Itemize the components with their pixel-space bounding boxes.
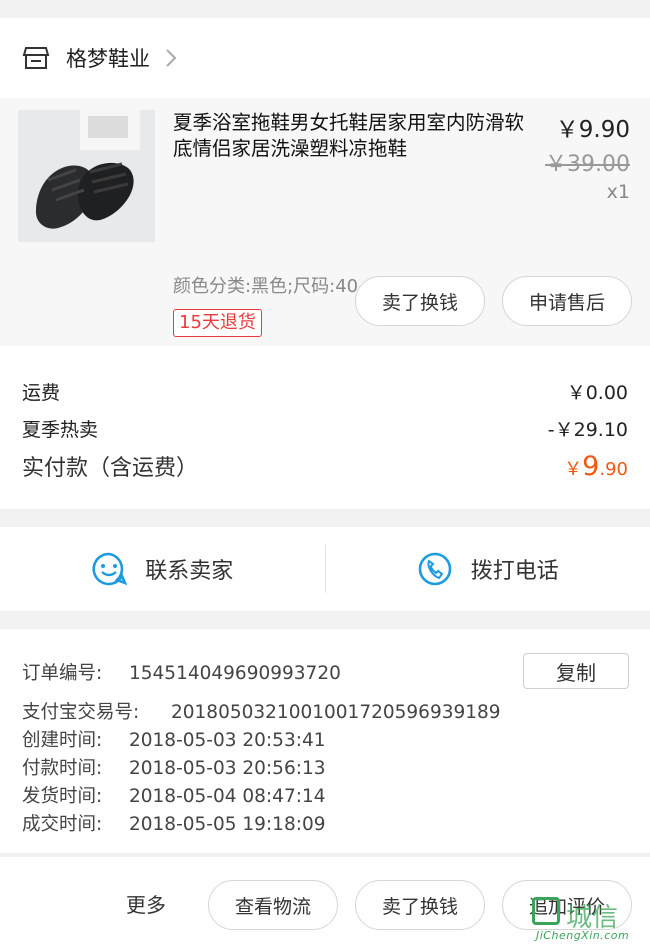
shipped-time-value: 2018-05-04 08:47:14: [129, 786, 326, 807]
shipping-label: 运费: [22, 382, 61, 404]
view-logistics-button[interactable]: 查看物流: [208, 880, 338, 930]
contact-seller-label: 联系卖家: [145, 559, 234, 584]
phone-icon: [418, 552, 452, 586]
completed-time-row: 成交时间: 2018-05-05 19:18:09: [22, 810, 325, 836]
contact-seller-button[interactable]: 联系卖家: [0, 527, 325, 611]
alipay-trade-row: 支付宝交易号: 2018050321001001720596939189: [22, 698, 501, 724]
shop-header[interactable]: 格梦鞋业: [0, 18, 650, 98]
product-card[interactable]: 夏季浴室拖鞋男女托鞋居家用室内防滑软底情侣家居洗澡塑料凉拖鞋 颜色分类:黑色;尺…: [0, 98, 650, 346]
call-phone-button[interactable]: 拨打电话: [326, 527, 650, 611]
product-title: 夏季浴室拖鞋男女托鞋居家用室内防滑软底情侣家居洗澡塑料凉拖鞋: [173, 111, 525, 160]
total-integer: 9: [582, 451, 600, 482]
more-button[interactable]: 更多: [126, 889, 166, 918]
sell-for-cash-button[interactable]: 卖了换钱: [355, 276, 485, 326]
copy-order-number-button[interactable]: 复制: [523, 653, 629, 689]
shipping-value: ￥0.00: [566, 382, 628, 404]
alipay-trade-value: 2018050321001001720596939189: [171, 702, 501, 723]
paid-time-key: 付款时间:: [22, 758, 103, 779]
chat-bubble-icon: [92, 552, 128, 586]
product-image: [18, 110, 155, 242]
created-time-row: 创建时间: 2018-05-03 20:53:41: [22, 726, 325, 752]
promo-label: 夏季热卖: [22, 419, 99, 441]
total-currency: ￥: [564, 459, 583, 480]
paid-time-value: 2018-05-03 20:56:13: [129, 758, 326, 779]
price-summary: 运费 ￥0.00 夏季热卖 -￥29.10 实付款（含运费） ￥9.90: [0, 346, 650, 509]
completed-time-key: 成交时间:: [22, 814, 103, 835]
contact-bar: 联系卖家 拨打电话: [0, 527, 650, 611]
order-info: 订单编号: 154514049690993720 复制 支付宝交易号: 201805…: [0, 629, 650, 853]
alipay-trade-key: 支付宝交易号:: [22, 702, 140, 723]
watermark-logo-icon: [532, 897, 560, 925]
chevron-right-icon: [166, 49, 177, 67]
created-time-value: 2018-05-03 20:53:41: [129, 730, 326, 751]
product-original-price: ￥39.00: [545, 152, 630, 177]
call-phone-label: 拨打电话: [470, 559, 559, 584]
shop-name: 格梦鞋业: [66, 47, 150, 71]
return-policy-badge: 15天退货: [173, 309, 262, 337]
watermark-subtext: JiChengXin.com: [536, 929, 630, 942]
order-number-value: 154514049690993720: [129, 663, 341, 684]
total-label: 实付款（含运费）: [22, 456, 199, 481]
created-time-key: 创建时间:: [22, 730, 103, 751]
total-value: ￥9.90: [564, 451, 628, 482]
product-quantity: x1: [606, 181, 630, 203]
product-price: ￥9.90: [555, 117, 630, 143]
shipped-time-row: 发货时间: 2018-05-04 08:47:14: [22, 782, 325, 808]
paid-time-row: 付款时间: 2018-05-03 20:56:13: [22, 754, 325, 780]
shipped-time-key: 发货时间:: [22, 786, 103, 807]
promo-value: -￥29.10: [547, 419, 628, 441]
total-decimal: .90: [599, 459, 628, 480]
store-icon: [22, 47, 50, 69]
completed-time-value: 2018-05-05 19:18:09: [129, 814, 326, 835]
watermark: 城信 JiChengXin.com: [532, 897, 650, 946]
footer-sell-for-cash-button[interactable]: 卖了换钱: [355, 880, 485, 930]
after-sales-button[interactable]: 申请售后: [502, 276, 632, 326]
order-number-row: 订单编号: 154514049690993720: [22, 659, 341, 685]
order-number-key: 订单编号:: [22, 663, 103, 684]
